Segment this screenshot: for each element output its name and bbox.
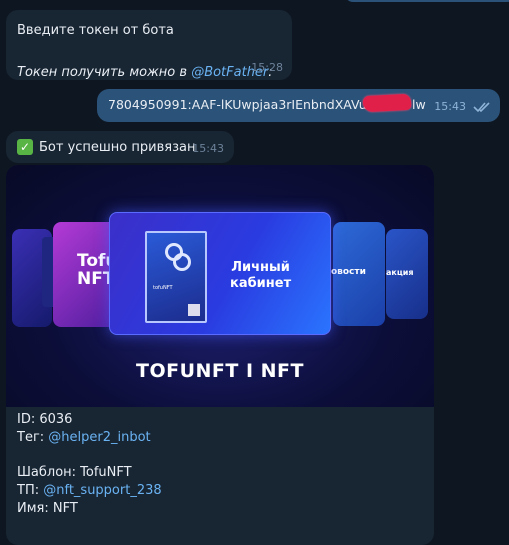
tag-row: Тег: @helper2_inbot — [17, 430, 151, 445]
id-row: ID: 6036 — [17, 412, 73, 427]
message-text: Бот успешно привязан — [39, 140, 196, 155]
template-row: Шаблон: TofuNFT — [17, 465, 132, 480]
message-hint: Токен получить можно в @BotFather: — [17, 65, 273, 80]
card-label: Личный кабинет — [230, 260, 292, 291]
bot-message-info-card: Tofu NFT овости акция tofuNFT Личный кабин… — [6, 165, 434, 545]
carousel-card-news: овости — [331, 222, 385, 326]
bot-message-success: ✓ Бот успешно привязан 15:43 — [6, 131, 234, 163]
banner-image[interactable]: Tofu NFT овости акция tofuNFT Личный кабин… — [6, 165, 434, 407]
token-text: 7804950991:AAF-lKUwpjaa3rIEnbndXAVuu5 — [108, 97, 383, 112]
bot-tag-link[interactable]: @helper2_inbot — [48, 430, 150, 445]
carousel-card-promo: акция — [386, 229, 428, 319]
support-row: ТП: @nft_support_238 — [17, 483, 162, 498]
previous-outgoing-message — [345, 0, 509, 2]
bot-message-enter-token: Введите токен от бота Токен получить мож… — [6, 10, 292, 80]
nft-card-illustration: tofuNFT — [145, 231, 207, 323]
double-check-icon — [473, 98, 491, 117]
message-text: Введите токен от бота — [17, 23, 174, 38]
qr-icon — [188, 304, 200, 316]
check-mark-icon: ✓ — [17, 139, 33, 155]
card-label: акция — [386, 268, 414, 277]
redaction-scribble — [362, 93, 412, 113]
token-text-end: lw — [412, 97, 426, 112]
message-time: 15:43 — [434, 100, 466, 113]
carousel-card-cabinet: tofuNFT Личный кабинет — [109, 212, 331, 335]
support-link[interactable]: @nft_support_238 — [43, 483, 161, 498]
banner-title: TOFUNFT I NFT — [136, 360, 304, 382]
card-label: овости — [331, 267, 366, 277]
bot-info: ID: 6036 Тег: @helper2_inbot Шаблон: Tof… — [17, 411, 162, 518]
message-time: 15:43 — [192, 142, 224, 155]
mini-label: tofuNFT — [153, 285, 173, 291]
message-time: 15:28 — [251, 61, 283, 74]
user-message-token: 7804950991:AAF-lKUwpjaa3rIEnbndXAVuu5 lw… — [97, 89, 500, 122]
name-row: Имя: NFT — [17, 501, 78, 516]
